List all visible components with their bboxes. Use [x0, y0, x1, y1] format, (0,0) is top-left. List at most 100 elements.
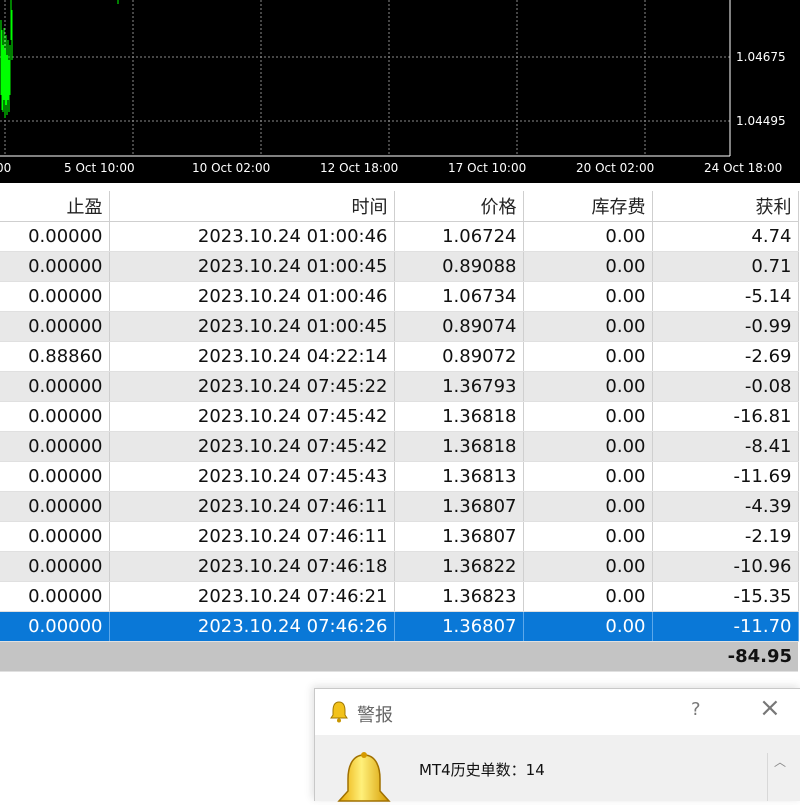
cell-profit: -10.96: [652, 551, 799, 582]
time-label: 5 Oct 10:00: [64, 161, 135, 175]
bell-icon: [337, 752, 391, 802]
column-header-profit[interactable]: 获利: [652, 191, 799, 222]
help-button[interactable]: ?: [691, 699, 701, 720]
cell-swap: 0.00: [523, 401, 653, 432]
cell-take-profit: 0.00000: [0, 521, 110, 552]
cell-take-profit: 0.00000: [0, 551, 110, 582]
scroll-up-icon[interactable]: ︿: [774, 755, 786, 769]
close-button[interactable]: ×: [759, 693, 781, 723]
cell-swap: 0.00: [523, 611, 653, 642]
table-row[interactable]: 0.00000 2023.10.24 07:45:42 1.36818 0.00 -16…: [0, 401, 799, 432]
cell-swap: 0.00: [523, 431, 653, 462]
table-row[interactable]: 0.00000 2023.10.24 07:46:11 1.36807 0.00 -2.…: [0, 521, 799, 552]
time-label: 10 Oct 02:00: [192, 161, 271, 175]
table-row[interactable]: 0.00000 2023.10.24 07:45:22 1.36793 0.00 -0.…: [0, 371, 799, 402]
table-row[interactable]: 0.00000 2023.10.24 07:45:42 1.36818 0.00 -8.…: [0, 431, 799, 462]
table-row[interactable]: 0.00000 2023.10.24 01:00:45 0.89074 0.00 -0.…: [0, 311, 799, 342]
table-row[interactable]: 0.00000 2023.10.24 07:46:11 1.36807 0.00 -4.…: [0, 491, 799, 522]
column-header-time[interactable]: 时间: [109, 191, 395, 222]
chart-grid: [0, 0, 730, 156]
cell-price: 0.89072: [394, 341, 524, 372]
cell-profit: -15.35: [652, 581, 799, 612]
cell-profit: -0.99: [652, 311, 799, 342]
table-row[interactable]: 0.00000 2023.10.24 07:46:21 1.36823 0.00 -15…: [0, 581, 799, 612]
time-label: 24 Oct 18:00: [704, 161, 783, 175]
cell-price: 1.36793: [394, 371, 524, 402]
cell-swap: 0.00: [523, 521, 653, 552]
table-row[interactable]: 0.88860 2023.10.24 04:22:14 0.89072 0.00 -2.…: [0, 341, 799, 372]
table-header-row: 止盈 时间 价格 库存费 获利: [0, 191, 799, 222]
bell-icon: [330, 701, 348, 723]
cell-take-profit: 0.88860: [0, 341, 110, 372]
total-profit: -84.95: [652, 641, 798, 672]
cell-take-profit: 0.00000: [0, 251, 110, 282]
alert-titlebar[interactable]: 警报 ? ×: [315, 689, 800, 735]
table-row[interactable]: 0.00000 2023.10.24 07:46:18 1.36822 0.00 -10…: [0, 551, 799, 582]
cell-time: 2023.10.24 01:00:45: [109, 251, 395, 282]
alert-title: 警报: [357, 705, 393, 726]
cell-swap: 0.00: [523, 491, 653, 522]
table-row[interactable]: 0.00000 2023.10.24 01:00:45 0.89088 0.00 0.7…: [0, 251, 799, 282]
column-header-price[interactable]: 价格: [394, 191, 524, 222]
cell-time: 2023.10.24 07:45:42: [109, 431, 395, 462]
cell-price: 1.36807: [394, 491, 524, 522]
cell-swap: 0.00: [523, 341, 653, 372]
column-header-take-profit[interactable]: 止盈: [0, 191, 110, 222]
cell-profit: 0.71: [652, 251, 799, 282]
cell-profit: -2.19: [652, 521, 799, 552]
cell-price: 1.36822: [394, 551, 524, 582]
column-header-swap[interactable]: 库存费: [523, 191, 653, 222]
time-label: 00: [0, 161, 12, 175]
cell-price: 1.06734: [394, 281, 524, 312]
cell-swap: 0.00: [523, 461, 653, 492]
cell-time: 2023.10.24 07:46:11: [109, 521, 395, 552]
cell-price: 1.36818: [394, 431, 524, 462]
cell-time: 2023.10.24 04:22:14: [109, 341, 395, 372]
chart-canvas: [0, 0, 731, 157]
cell-profit: -5.14: [652, 281, 799, 312]
price-chart[interactable]: 1.04675 1.04495 00 5 Oct 10:00 10 Oct 02…: [0, 0, 800, 183]
cell-swap: 0.00: [523, 581, 653, 612]
cell-take-profit: 0.00000: [0, 401, 110, 432]
total-cell-empty: [0, 641, 109, 672]
table-row[interactable]: 0.00000 2023.10.24 07:45:43 1.36813 0.00 -11…: [0, 461, 799, 492]
cell-take-profit: 0.00000: [0, 311, 110, 342]
table-row[interactable]: 0.00000 2023.10.24 01:00:46 1.06734 0.00 -5.…: [0, 281, 799, 312]
cell-profit: -0.08: [652, 371, 799, 402]
cell-time: 2023.10.24 01:00:46: [109, 281, 395, 312]
cell-profit: -8.41: [652, 431, 799, 462]
cell-profit: -16.81: [652, 401, 799, 432]
cell-price: 0.89088: [394, 251, 524, 282]
table-row[interactable]: 0.00000 2023.10.24 07:46:26 1.36807 0.00 -11…: [0, 611, 799, 642]
cell-profit: -11.70: [652, 611, 799, 642]
alert-body: MT4历史单数：14 ︿: [315, 735, 800, 802]
cell-swap: 0.00: [523, 311, 653, 342]
cell-time: 2023.10.24 07:46:26: [109, 611, 395, 642]
cell-swap: 0.00: [523, 281, 653, 312]
cell-price: 1.06724: [394, 221, 524, 252]
time-label: 20 Oct 02:00: [576, 161, 655, 175]
time-label: 17 Oct 10:00: [448, 161, 527, 175]
cell-swap: 0.00: [523, 221, 653, 252]
chart-candles: [0, 0, 119, 118]
alert-dialog[interactable]: 警报 ? × MT4历史单数：14 ︿: [314, 688, 800, 802]
cell-price: 1.36807: [394, 521, 524, 552]
cell-time: 2023.10.24 07:45:42: [109, 401, 395, 432]
price-label: 1.04495: [736, 114, 786, 128]
cell-profit: 4.74: [652, 221, 799, 252]
cell-take-profit: 0.00000: [0, 461, 110, 492]
cell-swap: 0.00: [523, 371, 653, 402]
total-cell-empty: [109, 641, 394, 672]
alert-scrollbar[interactable]: ︿: [767, 753, 792, 801]
cell-price: 0.89074: [394, 311, 524, 342]
cell-profit: -4.39: [652, 491, 799, 522]
table-row[interactable]: 0.00000 2023.10.24 01:00:46 1.06724 0.00 4.7…: [0, 221, 799, 252]
total-row: -84.95: [0, 641, 798, 672]
alert-message: MT4历史单数：14: [419, 761, 545, 779]
price-label: 1.04675: [736, 50, 786, 64]
cell-price: 1.36813: [394, 461, 524, 492]
cell-take-profit: 0.00000: [0, 581, 110, 612]
cell-time: 2023.10.24 01:00:46: [109, 221, 395, 252]
cell-profit: -2.69: [652, 341, 799, 372]
cell-time: 2023.10.24 01:00:45: [109, 311, 395, 342]
